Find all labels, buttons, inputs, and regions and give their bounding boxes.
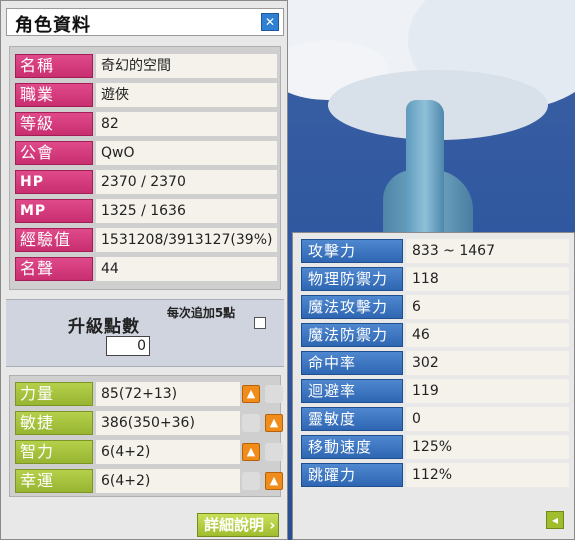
- profile-value: 82: [96, 112, 277, 136]
- back-arrow-icon[interactable]: ◂: [546, 511, 564, 529]
- stat-value: 6(4+2): [96, 440, 240, 464]
- profile-label: 公會: [15, 141, 93, 165]
- ability-points-value: 0: [106, 336, 150, 356]
- profile-label: MP: [15, 199, 93, 223]
- profile-label: 經驗值: [15, 228, 93, 252]
- profile-value: QwO: [96, 141, 277, 165]
- empty-slot: [265, 385, 283, 403]
- detail-info-button[interactable]: 詳細說明 ›: [197, 513, 279, 537]
- detail-label: 物理防禦力: [301, 267, 403, 291]
- detail-value: 119: [406, 379, 569, 403]
- luk-increase-button[interactable]: ▲: [265, 472, 283, 490]
- detail-value: 118: [406, 267, 569, 291]
- ability-points-section: 升級點數 0 每次追加5點: [6, 299, 284, 367]
- empty-slot: [265, 443, 283, 461]
- detail-value: 6: [406, 295, 569, 319]
- profile-value: 1325 / 1636: [96, 199, 277, 223]
- str-increase-button[interactable]: ▲: [242, 385, 260, 403]
- empty-slot: [242, 472, 260, 490]
- detail-label: 魔法防禦力: [301, 323, 403, 347]
- dex-increase-button[interactable]: ▲: [265, 414, 283, 432]
- auto-assign-checkbox[interactable]: [254, 317, 266, 329]
- detail-value: 125%: [406, 435, 569, 459]
- stat-label: 智力: [15, 440, 93, 464]
- stats-section: 力量 85(72+13) ▲ 敏捷 386(350+36) ▲ 智力 6(4+2…: [9, 375, 283, 497]
- detail-value: 833 ~ 1467: [406, 239, 569, 263]
- stat-value: 6(4+2): [96, 469, 240, 493]
- rock-pillar: [406, 100, 444, 240]
- detail-value: 46: [406, 323, 569, 347]
- title-bar[interactable]: 角色資料 ✕: [6, 8, 284, 36]
- profile-value: 2370 / 2370: [96, 170, 277, 194]
- stat-label: 力量: [15, 382, 93, 406]
- detail-value: 0: [406, 407, 569, 431]
- stat-value: 386(350+36): [96, 411, 240, 435]
- auto-assign-label: 每次追加5點: [166, 306, 236, 320]
- stat-label: 幸運: [15, 469, 93, 493]
- detail-value: 112%: [406, 463, 569, 487]
- chevron-right-icon: ›: [264, 516, 276, 534]
- character-info-window: 角色資料 ✕ 名稱 奇幻的空間 職業 遊俠 等級 82 公會 QwO HP 23…: [0, 0, 288, 540]
- detail-label: 跳躍力: [301, 463, 403, 487]
- detail-label: 命中率: [301, 351, 403, 375]
- profile-value: 遊俠: [96, 83, 277, 107]
- profile-label: HP: [15, 170, 93, 194]
- detail-stats-window: 攻擊力 833 ~ 1467 物理防禦力 118 魔法攻擊力 6 魔法防禦力 4…: [292, 232, 575, 540]
- profile-label: 等級: [15, 112, 93, 136]
- detail-label: 迴避率: [301, 379, 403, 403]
- stat-value: 85(72+13): [96, 382, 240, 406]
- stat-label: 敏捷: [15, 411, 93, 435]
- profile-value: 1531208/3913127(39%): [96, 228, 277, 252]
- profile-section: 名稱 奇幻的空間 職業 遊俠 等級 82 公會 QwO HP 2370 / 23…: [9, 46, 281, 290]
- profile-value: 奇幻的空間: [96, 54, 277, 78]
- detail-label: 移動速度: [301, 435, 403, 459]
- window-title: 角色資料: [15, 15, 91, 36]
- detail-label: 攻擊力: [301, 239, 403, 263]
- close-icon[interactable]: ✕: [261, 13, 279, 31]
- detail-label: 靈敏度: [301, 407, 403, 431]
- profile-label: 職業: [15, 83, 93, 107]
- detail-button-label: 詳細說明: [204, 516, 265, 534]
- empty-slot: [242, 414, 260, 432]
- detail-label: 魔法攻擊力: [301, 295, 403, 319]
- profile-label: 名稱: [15, 54, 93, 78]
- profile-value: 44: [96, 257, 277, 281]
- ability-points-label: 升級點數: [68, 317, 140, 337]
- detail-value: 302: [406, 351, 569, 375]
- int-increase-button[interactable]: ▲: [242, 443, 260, 461]
- profile-label: 名聲: [15, 257, 93, 281]
